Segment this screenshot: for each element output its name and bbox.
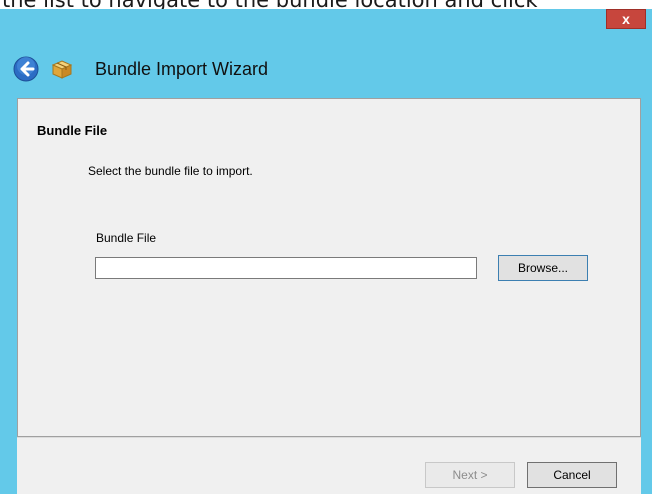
cancel-button[interactable]: Cancel: [527, 462, 617, 488]
instruction-text: Select the bundle file to import.: [88, 164, 253, 178]
bundle-box-icon: [51, 60, 73, 79]
wizard-footer: Next > Cancel: [17, 437, 641, 494]
section-title: Bundle File: [37, 123, 108, 138]
back-arrow-icon[interactable]: [13, 56, 39, 82]
window-title: Bundle Import Wizard: [95, 59, 269, 79]
bundle-file-input[interactable]: [95, 257, 477, 279]
background-document-strip: the list to navigate to the bundle locat…: [0, 0, 652, 9]
bundle-file-label: Bundle File: [96, 231, 157, 245]
close-button[interactable]: x: [606, 9, 646, 29]
browse-button[interactable]: Browse...: [498, 255, 588, 281]
wizard-content-panel: Bundle File Select the bundle file to im…: [17, 98, 641, 437]
close-icon: x: [622, 11, 630, 27]
wizard-window: x Bundle Import Wizard Bundle File Selec…: [0, 9, 652, 494]
background-document-text: the list to navigate to the bundle locat…: [2, 0, 538, 9]
next-button[interactable]: Next >: [425, 462, 515, 488]
